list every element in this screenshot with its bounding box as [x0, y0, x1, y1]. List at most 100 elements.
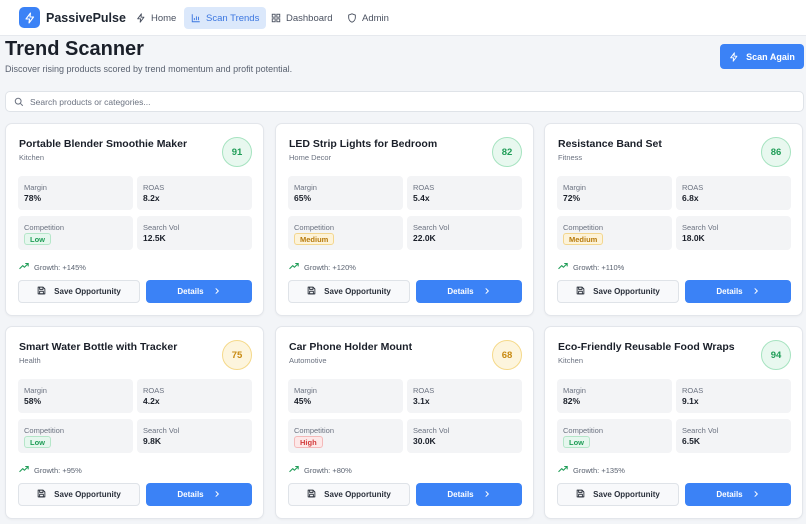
- metric-label: ROAS: [413, 183, 435, 192]
- trend-score-value: 82: [501, 146, 513, 158]
- product-category: Kitchen: [558, 356, 584, 365]
- product-category: Home Decor: [289, 153, 332, 162]
- search-vol-value: 22.0K: [413, 233, 436, 243]
- metric-competition: Competition Medium: [288, 216, 403, 250]
- product-name: Car Phone Holder Mount: [289, 341, 413, 353]
- metric-label: Competition: [563, 223, 604, 232]
- competition-badge: High: [294, 436, 323, 448]
- competition-badge: Low: [24, 233, 51, 245]
- metric-label: Competition: [294, 426, 335, 435]
- margin-value: 72%: [563, 193, 581, 203]
- chevron-right-icon: [483, 490, 491, 500]
- trend-score-badge: 86: [761, 137, 791, 167]
- chevron-right-icon: [752, 490, 760, 500]
- save-icon: [576, 489, 585, 500]
- metric-label: Competition: [563, 426, 604, 435]
- nav-admin[interactable]: Admin: [340, 7, 396, 29]
- top-nav: PassivePulse Home Scan Trends Dashboard …: [0, 0, 806, 36]
- metric-competition: Competition High: [288, 419, 403, 453]
- chevron-right-icon: [213, 490, 221, 500]
- save-opportunity-button[interactable]: Save Opportunity: [557, 483, 679, 506]
- scan-again-label: Scan Again: [746, 51, 795, 62]
- metric-search-vol: Search Vol 30.0K: [407, 419, 522, 453]
- metric-margin: Margin 78%: [18, 176, 133, 210]
- grid-icon: [271, 13, 281, 23]
- page-subtitle: Discover rising products scored by trend…: [5, 64, 293, 74]
- details-label: Details: [447, 287, 474, 296]
- metric-competition: Competition Low: [18, 216, 133, 250]
- search-icon: [14, 97, 24, 106]
- metric-roas: ROAS 4.2x: [137, 379, 252, 413]
- details-button[interactable]: Details: [416, 280, 522, 303]
- chart-icon: [191, 14, 200, 23]
- metric-label: Margin: [563, 183, 586, 192]
- metric-search-vol: Search Vol 6.5K: [676, 419, 791, 453]
- metric-search-vol: Search Vol 12.5K: [137, 216, 252, 250]
- save-opportunity-button[interactable]: Save Opportunity: [18, 483, 140, 506]
- product-category: Kitchen: [19, 153, 45, 162]
- metric-label: ROAS: [682, 183, 704, 192]
- metric-margin: Margin 72%: [557, 176, 672, 210]
- save-icon: [307, 489, 316, 500]
- nav-scan-trends[interactable]: Scan Trends: [184, 7, 267, 29]
- shield-icon: [348, 13, 356, 23]
- search-vol-value: 30.0K: [413, 436, 436, 446]
- details-button[interactable]: Details: [416, 483, 522, 506]
- nav-home[interactable]: Home: [129, 7, 183, 29]
- competition-badge: Low: [563, 436, 590, 448]
- bolt-icon: [730, 51, 738, 62]
- growth-value: Growth: +145%: [34, 262, 86, 272]
- margin-value: 58%: [24, 396, 42, 406]
- metric-roas: ROAS 9.1x: [676, 379, 791, 413]
- product-name: Smart Water Bottle with Tracker: [19, 341, 178, 353]
- growth-indicator: Growth: +120%: [289, 262, 356, 272]
- scan-again-button[interactable]: Scan Again: [720, 44, 804, 69]
- trend-up-icon: [19, 262, 29, 272]
- search-input[interactable]: [30, 96, 730, 107]
- nav-admin-label: Admin: [362, 12, 389, 24]
- nav-home-label: Home: [151, 12, 177, 24]
- save-opportunity-button[interactable]: Save Opportunity: [288, 483, 410, 506]
- product-category: Automotive: [289, 356, 327, 365]
- details-button[interactable]: Details: [685, 483, 791, 506]
- details-button[interactable]: Details: [146, 483, 252, 506]
- trend-score-badge: 68: [492, 340, 522, 370]
- product-card: Portable Blender Smoothie Maker Kitchen 91…: [5, 123, 264, 316]
- bolt-icon: [137, 13, 145, 23]
- trend-score-badge: 75: [222, 340, 252, 370]
- margin-value: 78%: [24, 193, 42, 203]
- nav-dashboard[interactable]: Dashboard: [264, 7, 339, 29]
- metric-label: Margin: [24, 183, 47, 192]
- details-button[interactable]: Details: [685, 280, 791, 303]
- product-card: Resistance Band Set Fitness 86 Margin 72% ROA…: [544, 123, 803, 316]
- competition-badge: Low: [24, 436, 51, 448]
- brand-name[interactable]: PassivePulse: [46, 11, 126, 25]
- save-opportunity-button[interactable]: Save Opportunity: [288, 280, 410, 303]
- product-name: Eco-Friendly Reusable Food Wraps: [558, 341, 735, 353]
- metric-margin: Margin 65%: [288, 176, 403, 210]
- save-opportunity-button[interactable]: Save Opportunity: [18, 280, 140, 303]
- bolt-icon[interactable]: [19, 7, 40, 28]
- save-opportunity-button[interactable]: Save Opportunity: [557, 280, 679, 303]
- growth-value: Growth: +110%: [573, 262, 625, 272]
- chevron-right-icon: [752, 287, 760, 297]
- search-vol-value: 12.5K: [143, 233, 166, 243]
- metric-margin: Margin 45%: [288, 379, 403, 413]
- trend-score-badge: 82: [492, 137, 522, 167]
- metric-roas: ROAS 5.4x: [407, 176, 522, 210]
- competition-badge: Medium: [563, 233, 604, 245]
- details-button[interactable]: Details: [146, 280, 252, 303]
- trend-score-value: 75: [231, 349, 243, 361]
- product-card: Smart Water Bottle with Tracker Health 75 M…: [5, 326, 264, 519]
- growth-indicator: Growth: +135%: [558, 465, 625, 475]
- growth-value: Growth: +95%: [34, 465, 82, 475]
- trend-up-icon: [558, 262, 568, 272]
- details-label: Details: [716, 490, 743, 499]
- margin-value: 45%: [294, 396, 312, 406]
- metric-label: ROAS: [413, 386, 435, 395]
- growth-indicator: Growth: +80%: [289, 465, 352, 475]
- metric-label: Margin: [24, 386, 47, 395]
- growth-value: Growth: +80%: [304, 465, 352, 475]
- margin-value: 82%: [563, 396, 581, 406]
- metric-label: Search Vol: [413, 223, 450, 232]
